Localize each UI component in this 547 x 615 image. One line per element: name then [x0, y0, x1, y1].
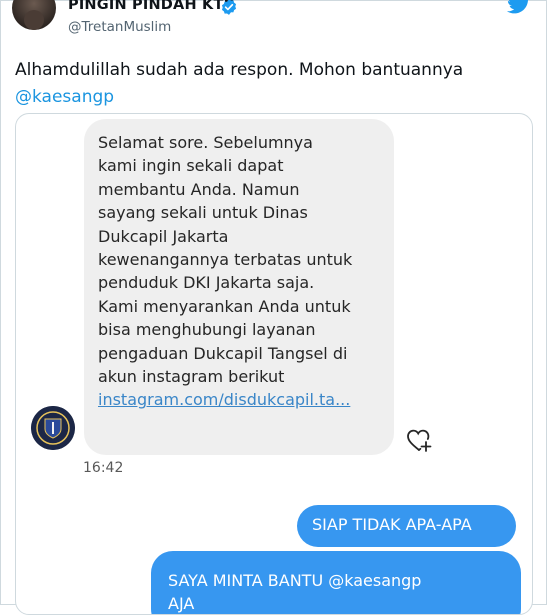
verified-badge-icon: [221, 0, 237, 15]
message-line: membantu Anda. Namun: [98, 179, 300, 199]
message-line: kewenangannya terbatas untuk: [98, 250, 353, 270]
outgoing-message-text: SAYA MINTA BANTU @kaesangp: [168, 571, 422, 590]
instagram-link[interactable]: instagram.com/disdukcapil.ta...: [98, 388, 398, 411]
tweet-text-line: Alhamdulillah sudah ada respon. Mohon ba…: [15, 60, 464, 80]
sender-avatar: [31, 406, 75, 450]
user-avatar[interactable]: [12, 0, 56, 30]
mention-link[interactable]: @kaesangp: [15, 87, 114, 107]
tweet-text: Alhamdulillah sudah ada respon. Mohon ba…: [15, 57, 535, 111]
outgoing-message-text: SIAP TIDAK APA-APA: [312, 515, 472, 534]
message-line: Selamat sore. Sebelumnya: [98, 133, 313, 152]
user-handle[interactable]: @TretanMuslim: [68, 19, 171, 35]
message-line: akun instagram berikut: [98, 367, 285, 387]
tweet-media-screenshot[interactable]: Selamat sore. Sebelumnya kami ingin seka…: [15, 113, 533, 615]
message-line: kami ingin sekali dapat: [98, 156, 284, 176]
display-name[interactable]: PINGIN PINDAH KTP: [68, 0, 234, 13]
message-line: Kami menyarankan Anda untuk: [98, 296, 351, 316]
message-line: pengaduan Dukcapil Tangsel di: [98, 343, 348, 363]
message-line: sayang sekali untuk Dinas: [98, 203, 308, 223]
message-line: penduduk DKI Jakarta saja.: [98, 273, 315, 293]
outgoing-message-text: AJA: [168, 594, 195, 613]
message-timestamp: 16:42: [83, 460, 124, 476]
outgoing-message-bubble: SIAP TIDAK APA-APA: [297, 505, 516, 547]
message-line: Dukcapil Jakarta: [98, 226, 229, 246]
outgoing-message-bubble: SAYA MINTA BANTU @kaesangp AJA: [151, 551, 521, 614]
twitter-bird-icon[interactable]: [507, 0, 531, 14]
incoming-message-text: Selamat sore. Sebelumnya kami ingin seka…: [98, 131, 398, 412]
message-line: bisa menghubungi layanan: [98, 320, 316, 340]
dukcapil-logo-icon: [31, 406, 75, 450]
heart-plus-icon[interactable]: [405, 427, 433, 453]
